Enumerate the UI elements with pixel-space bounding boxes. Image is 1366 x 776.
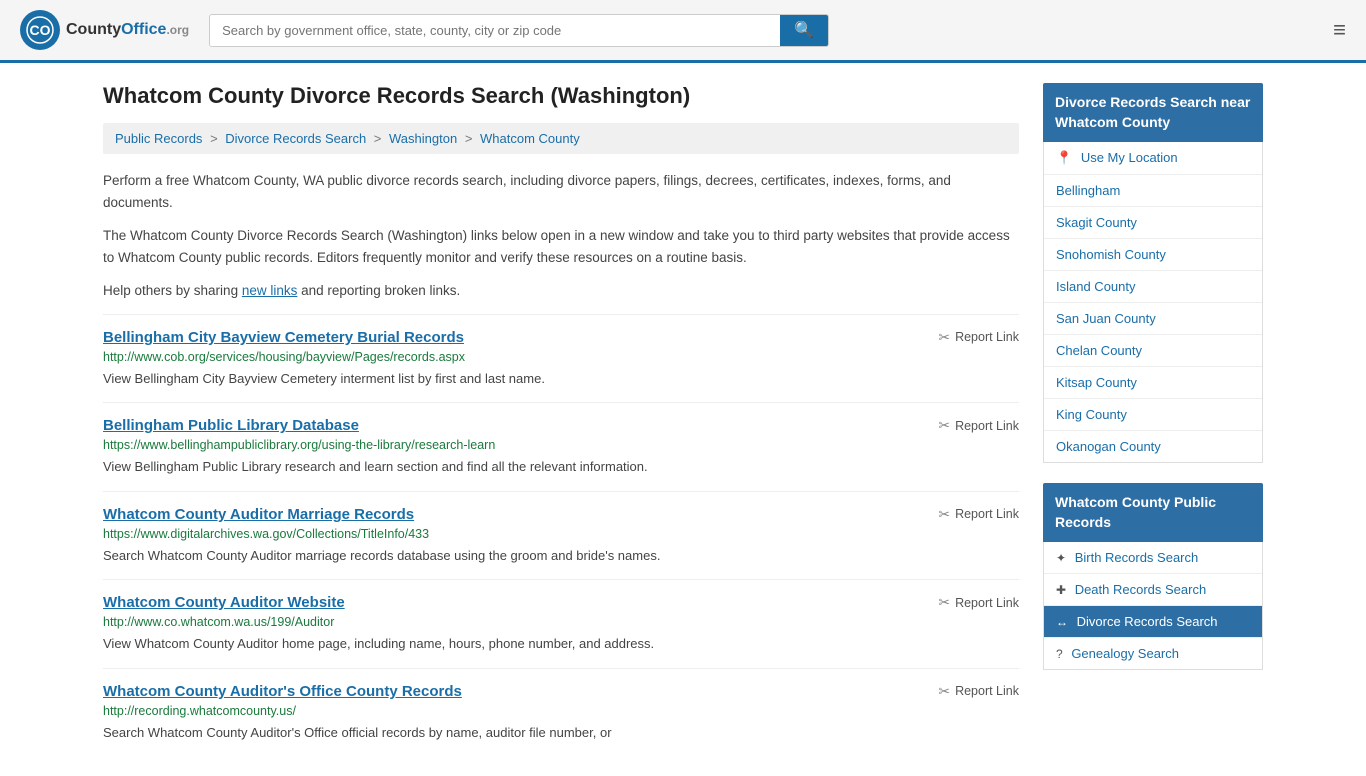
sidebar-item-skagit[interactable]: Skagit County	[1044, 207, 1262, 239]
report-icon-5: ✂	[938, 683, 950, 700]
logo-text: CountyOffice.org	[66, 21, 189, 39]
sidebar-public-records-header: Whatcom County Public Records	[1043, 483, 1263, 542]
result-desc-5: Search Whatcom County Auditor's Office o…	[103, 723, 1019, 743]
result-url-1[interactable]: http://www.cob.org/services/housing/bayv…	[103, 350, 1019, 364]
sidebar-link-island[interactable]: Island County	[1056, 279, 1136, 294]
sidebar-link-snohomish[interactable]: Snohomish County	[1056, 247, 1166, 262]
result-title-2[interactable]: Bellingham Public Library Database	[103, 417, 359, 434]
sidebar-link-kitsap[interactable]: Kitsap County	[1056, 375, 1137, 390]
report-link-3[interactable]: ✂ Report Link	[938, 506, 1019, 523]
result-url-3[interactable]: https://www.digitalarchives.wa.gov/Colle…	[103, 527, 1019, 541]
birth-icon: ✦	[1056, 551, 1066, 565]
report-icon-2: ✂	[938, 417, 950, 434]
result-url-2[interactable]: https://www.bellinghampubliclibrary.org/…	[103, 438, 1019, 452]
result-title-1[interactable]: Bellingham City Bayview Cemetery Burial …	[103, 329, 464, 346]
sidebar-link-death[interactable]: Death Records Search	[1075, 582, 1207, 597]
svg-text:CO: CO	[30, 22, 51, 38]
sidebar-link-genealogy[interactable]: Genealogy Search	[1071, 646, 1179, 661]
sidebar-link-bellingham[interactable]: Bellingham	[1056, 183, 1120, 198]
result-item: Whatcom County Auditor Website ✂ Report …	[103, 579, 1019, 668]
location-icon: 📍	[1056, 150, 1072, 165]
sidebar-item-okanogan[interactable]: Okanogan County	[1044, 431, 1262, 462]
result-item: Bellingham City Bayview Cemetery Burial …	[103, 314, 1019, 403]
result-item: Bellingham Public Library Database ✂ Rep…	[103, 402, 1019, 491]
result-url-4[interactable]: http://www.co.whatcom.wa.us/199/Auditor	[103, 615, 1019, 629]
sidebar-item-king[interactable]: King County	[1044, 399, 1262, 431]
sidebar-item-san-juan[interactable]: San Juan County	[1044, 303, 1262, 335]
sidebar-link-skagit[interactable]: Skagit County	[1056, 215, 1137, 230]
result-item: Whatcom County Auditor Marriage Records …	[103, 491, 1019, 580]
breadcrumb-whatcom-county[interactable]: Whatcom County	[480, 131, 580, 146]
sidebar-public-records-section: Whatcom County Public Records ✦ Birth Re…	[1043, 483, 1263, 670]
search-button[interactable]: 🔍	[780, 15, 828, 46]
report-icon-1: ✂	[938, 329, 950, 346]
sidebar-nearby-header: Divorce Records Search near Whatcom Coun…	[1043, 83, 1263, 142]
result-title-4[interactable]: Whatcom County Auditor Website	[103, 594, 345, 611]
sidebar-item-use-location[interactable]: 📍 Use My Location	[1044, 142, 1262, 175]
logo[interactable]: CO CountyOffice.org	[20, 10, 189, 50]
sidebar-item-bellingham[interactable]: Bellingham	[1044, 175, 1262, 207]
description-3: Help others by sharing new links and rep…	[103, 280, 1019, 302]
sidebar: Divorce Records Search near Whatcom Coun…	[1043, 83, 1263, 756]
sidebar-item-island[interactable]: Island County	[1044, 271, 1262, 303]
genealogy-icon: ?	[1056, 647, 1063, 661]
page-title: Whatcom County Divorce Records Search (W…	[103, 83, 1019, 109]
sidebar-item-birth-records[interactable]: ✦ Birth Records Search	[1044, 542, 1262, 574]
sidebar-link-okanogan[interactable]: Okanogan County	[1056, 439, 1161, 454]
result-title-5[interactable]: Whatcom County Auditor's Office County R…	[103, 683, 462, 700]
report-link-1[interactable]: ✂ Report Link	[938, 329, 1019, 346]
sidebar-link-chelan[interactable]: Chelan County	[1056, 343, 1142, 358]
sidebar-public-records-list: ✦ Birth Records Search ✚ Death Records S…	[1043, 542, 1263, 670]
sidebar-link-san-juan[interactable]: San Juan County	[1056, 311, 1156, 326]
sidebar-item-chelan[interactable]: Chelan County	[1044, 335, 1262, 367]
breadcrumb-divorce-records[interactable]: Divorce Records Search	[225, 131, 366, 146]
search-bar: 🔍	[209, 14, 829, 47]
result-desc-3: Search Whatcom County Auditor marriage r…	[103, 546, 1019, 566]
divorce-icon: ↔	[1056, 615, 1068, 629]
report-icon-4: ✂	[938, 594, 950, 611]
report-link-4[interactable]: ✂ Report Link	[938, 594, 1019, 611]
description-1: Perform a free Whatcom County, WA public…	[103, 170, 1019, 213]
sidebar-item-death-records[interactable]: ✚ Death Records Search	[1044, 574, 1262, 606]
breadcrumb-public-records[interactable]: Public Records	[115, 131, 202, 146]
sidebar-item-divorce-records[interactable]: ↔ Divorce Records Search	[1044, 606, 1262, 638]
result-desc-2: View Bellingham Public Library research …	[103, 457, 1019, 477]
result-url-5[interactable]: http://recording.whatcomcounty.us/	[103, 704, 1019, 718]
result-desc-1: View Bellingham City Bayview Cemetery in…	[103, 369, 1019, 389]
logo-icon: CO	[20, 10, 60, 50]
description-2: The Whatcom County Divorce Records Searc…	[103, 225, 1019, 268]
sidebar-link-king[interactable]: King County	[1056, 407, 1127, 422]
death-icon: ✚	[1056, 583, 1066, 597]
result-item: Whatcom County Auditor's Office County R…	[103, 668, 1019, 757]
breadcrumb: Public Records > Divorce Records Search …	[103, 123, 1019, 154]
sidebar-nearby-section: Divorce Records Search near Whatcom Coun…	[1043, 83, 1263, 463]
search-input[interactable]	[210, 15, 780, 46]
menu-icon[interactable]: ≡	[1333, 17, 1346, 43]
results-list: Bellingham City Bayview Cemetery Burial …	[103, 314, 1019, 757]
sidebar-link-use-location[interactable]: Use My Location	[1081, 150, 1178, 165]
sidebar-item-genealogy[interactable]: ? Genealogy Search	[1044, 638, 1262, 669]
sidebar-link-divorce[interactable]: Divorce Records Search	[1077, 614, 1218, 629]
report-link-2[interactable]: ✂ Report Link	[938, 417, 1019, 434]
sidebar-item-kitsap[interactable]: Kitsap County	[1044, 367, 1262, 399]
result-title-3[interactable]: Whatcom County Auditor Marriage Records	[103, 506, 414, 523]
sidebar-link-birth[interactable]: Birth Records Search	[1075, 550, 1199, 565]
new-links[interactable]: new links	[242, 283, 298, 298]
result-desc-4: View Whatcom County Auditor home page, i…	[103, 634, 1019, 654]
sidebar-item-snohomish[interactable]: Snohomish County	[1044, 239, 1262, 271]
breadcrumb-washington[interactable]: Washington	[389, 131, 457, 146]
sidebar-nearby-list: 📍 Use My Location Bellingham Skagit Coun…	[1043, 142, 1263, 463]
report-icon-3: ✂	[938, 506, 950, 523]
report-link-5[interactable]: ✂ Report Link	[938, 683, 1019, 700]
